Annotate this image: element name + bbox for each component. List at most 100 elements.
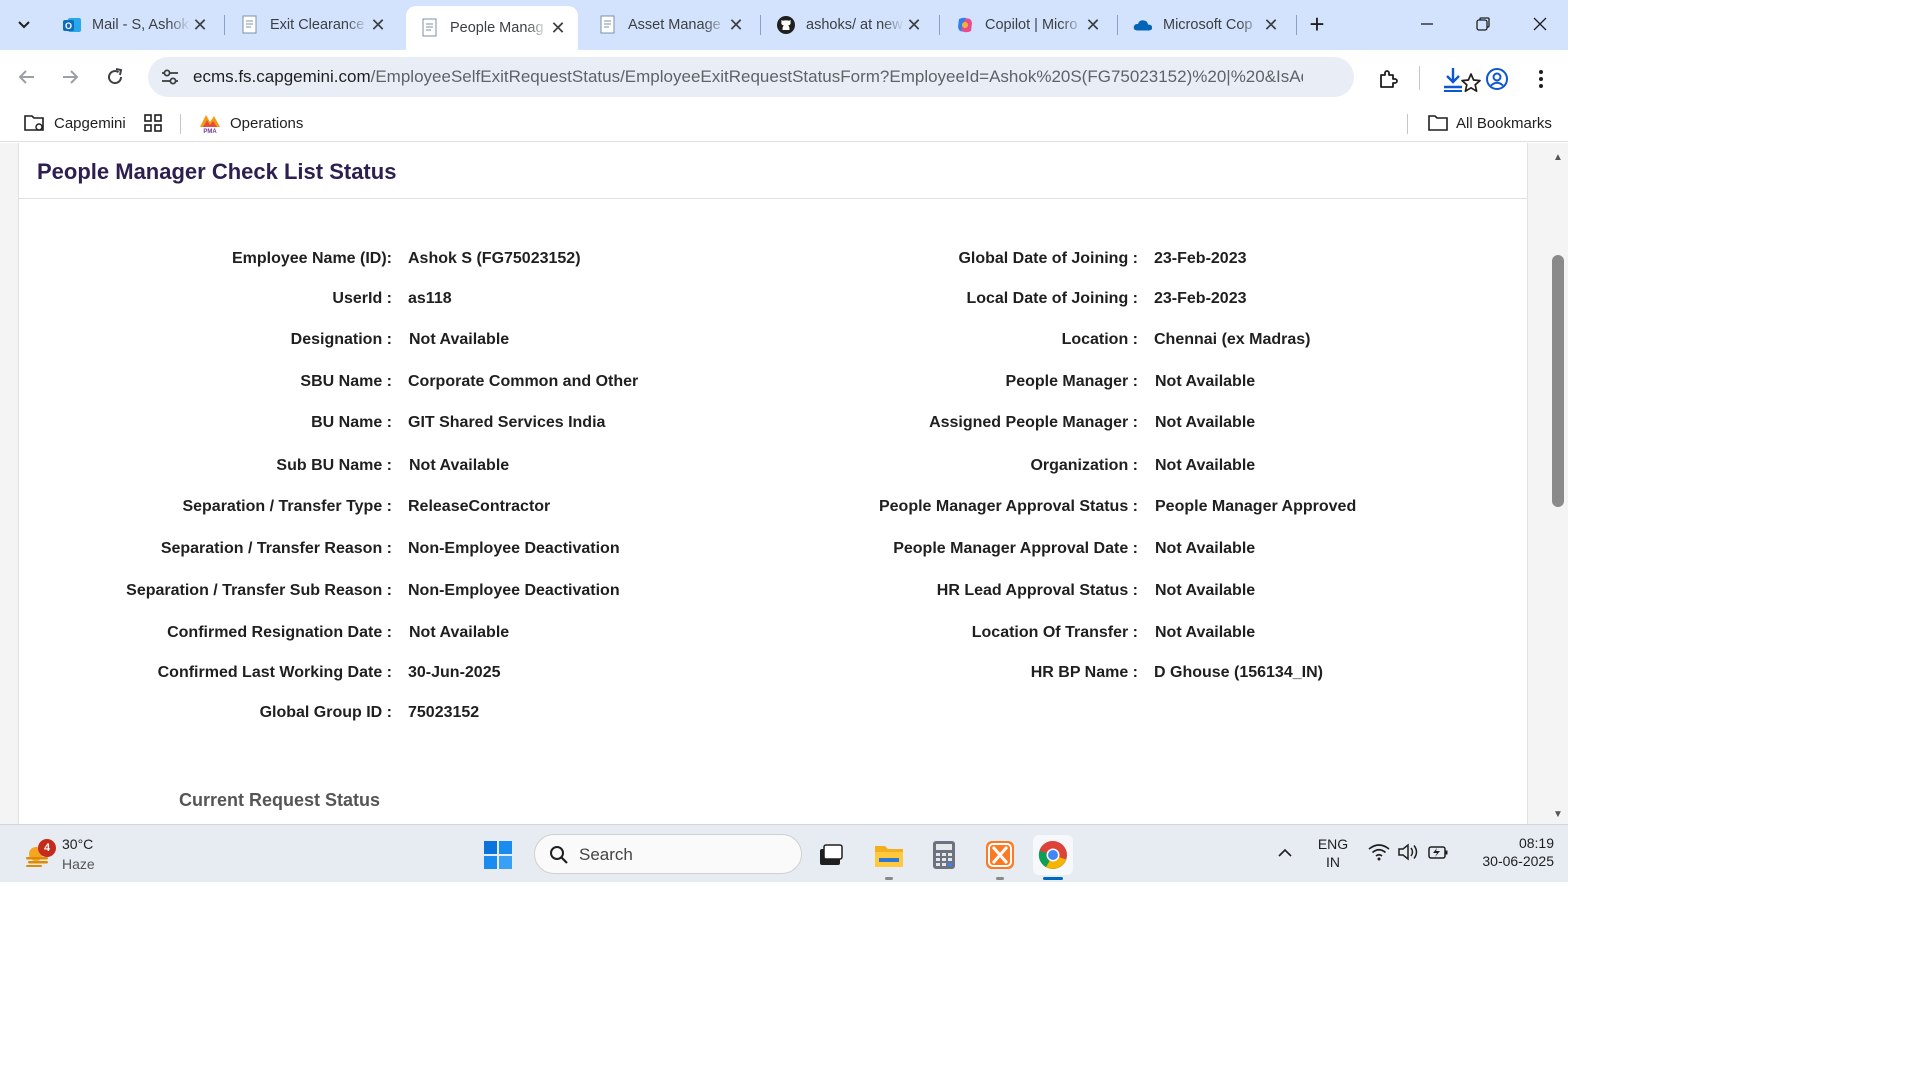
field-label: Separation / Transfer Sub Reason : (126, 582, 392, 599)
field-value: 23-Feb-2023 (1154, 290, 1247, 307)
tab-people-manager[interactable]: People Manag ✕ (406, 6, 578, 50)
calculator-button[interactable] (924, 835, 964, 875)
field-label: Location : (1061, 331, 1138, 348)
vertical-scrollbar[interactable]: ▲ ▼ (1548, 143, 1568, 824)
browser-tab-strip: O Mail - S, Ashok ✕ Exit Clearance ✕ Peo… (0, 0, 1568, 50)
folder-icon (1428, 115, 1448, 131)
language-indicator[interactable]: ENG IN (1312, 836, 1354, 870)
bookmarks-divider (180, 114, 181, 134)
task-view-icon (820, 844, 843, 865)
file-explorer-button[interactable] (869, 835, 909, 875)
scroll-up-arrow-icon[interactable]: ▲ (1552, 153, 1564, 163)
field-value: Not Available (1155, 373, 1256, 390)
tab-exit-clearance[interactable]: Exit Clearance ✕ (226, 6, 398, 44)
chevron-up-icon (1278, 848, 1292, 857)
field-label: UserId : (332, 290, 392, 307)
field-label: Separation / Transfer Reason : (160, 540, 392, 557)
tab-mail[interactable]: O Mail - S, Ashok ✕ (48, 6, 220, 44)
tab-search-button[interactable] (6, 8, 42, 42)
copilot-icon (955, 15, 975, 35)
tab-separator (1296, 15, 1297, 35)
bookmark-capgemini[interactable]: Capgemini (24, 112, 126, 134)
taskbar-search[interactable]: Search (534, 834, 802, 874)
chrome-taskbar-button[interactable] (1033, 835, 1073, 875)
bookmark-label: Capgemini (54, 114, 126, 132)
field-value: Not Available (1155, 624, 1256, 641)
running-indicator (996, 877, 1004, 880)
url-path: /EmployeeSelfExitRequestStatus/EmployeeE… (370, 67, 1303, 86)
scroll-down-arrow-icon[interactable]: ▼ (1552, 810, 1564, 820)
field-value: ReleaseContractor (408, 498, 551, 515)
document-icon (420, 18, 440, 38)
page-title: People Manager Check List Status (37, 159, 397, 184)
network-button[interactable] (1368, 843, 1390, 864)
tab-separator (939, 15, 940, 35)
tab-copilot[interactable]: Copilot | Micro ✕ (941, 6, 1113, 44)
new-tab-button[interactable]: + (1302, 9, 1332, 39)
url-text[interactable]: ecms.fs.capgemini.com/EmployeeSelfExitRe… (193, 67, 1303, 87)
close-icon[interactable]: ✕ (1083, 15, 1103, 36)
tab-asset-management[interactable]: Asset Manage ✕ (584, 6, 756, 44)
xampp-button[interactable] (980, 835, 1020, 875)
field-label: Global Date of Joining : (958, 250, 1138, 267)
field-label: Employee Name (ID): (231, 250, 392, 267)
close-icon[interactable]: ✕ (368, 15, 388, 36)
document-icon (240, 15, 260, 35)
all-bookmarks-label: All Bookmarks (1456, 114, 1552, 132)
address-bar[interactable]: ecms.fs.capgemini.com/EmployeeSelfExitRe… (148, 57, 1481, 97)
field-value: People Manager Approved (1155, 498, 1357, 515)
minimize-button[interactable] (1407, 10, 1447, 40)
forward-button[interactable] (55, 62, 85, 92)
field-label: Sub BU Name : (276, 457, 392, 474)
field-value: Non-Employee Deactivation (408, 540, 620, 557)
weather-widget[interactable]: 4 30°C Haze (22, 833, 132, 875)
windows-taskbar: 4 30°C Haze Search ENG IN 08:19 30-06-20… (0, 824, 1568, 882)
restore-button[interactable] (1463, 10, 1503, 40)
svg-text:O: O (65, 21, 72, 31)
close-icon[interactable]: ✕ (726, 15, 746, 36)
field-label: People Manager : (1005, 373, 1138, 390)
tab-title: Microsoft Cop (1163, 17, 1253, 33)
bookmarks-bar: Capgemini PMA Operations All Bookmarks (0, 104, 1568, 142)
close-icon[interactable]: ✕ (548, 18, 568, 39)
extensions-button[interactable] (1375, 66, 1401, 92)
clock[interactable]: 08:19 30-06-2025 (1462, 835, 1554, 869)
windows-logo-icon (484, 841, 512, 869)
restore-icon (1476, 17, 1490, 31)
close-window-button[interactable] (1520, 10, 1560, 40)
downloads-button[interactable] (1440, 66, 1466, 92)
field-label: People Manager Approval Date : (893, 540, 1138, 557)
tab-separator (224, 15, 225, 35)
menu-button[interactable] (1528, 66, 1554, 92)
field-label: SBU Name : (300, 373, 392, 390)
close-icon[interactable]: ✕ (904, 15, 924, 36)
close-icon[interactable]: ✕ (1261, 15, 1281, 36)
field-label: Location Of Transfer : (971, 624, 1138, 641)
close-icon[interactable]: ✕ (190, 15, 210, 36)
tab-title: People Manag (450, 20, 544, 36)
github-icon (776, 15, 796, 35)
apps-button[interactable] (144, 112, 170, 134)
all-bookmarks-button[interactable]: All Bookmarks (1428, 112, 1552, 134)
task-view-button[interactable] (811, 835, 851, 875)
volume-button[interactable] (1397, 843, 1419, 864)
scrollbar-thumb[interactable] (1552, 255, 1564, 507)
profile-button[interactable] (1484, 66, 1510, 92)
battery-button[interactable] (1427, 843, 1449, 864)
back-button[interactable] (12, 62, 42, 92)
start-button[interactable] (478, 835, 518, 875)
field-value: 30-Jun-2025 (408, 664, 501, 681)
site-settings-icon[interactable] (160, 67, 180, 87)
field-label: Designation : (290, 331, 392, 348)
field-label: Assigned People Manager : (929, 414, 1138, 431)
battery-charging-icon (1428, 846, 1448, 859)
tab-microsoft-copilot[interactable]: Microsoft Cop ✕ (1119, 6, 1291, 44)
reload-button[interactable] (100, 62, 130, 92)
show-hidden-icons-button[interactable] (1277, 845, 1293, 861)
apps-grid-icon (144, 114, 162, 132)
xampp-icon (986, 841, 1014, 869)
bookmark-operations[interactable]: PMA Operations (198, 112, 303, 134)
clock-date: 30-06-2025 (1482, 853, 1554, 869)
minimize-icon (1421, 23, 1433, 25)
tab-github[interactable]: ashoks/ at new ✕ (762, 6, 934, 44)
